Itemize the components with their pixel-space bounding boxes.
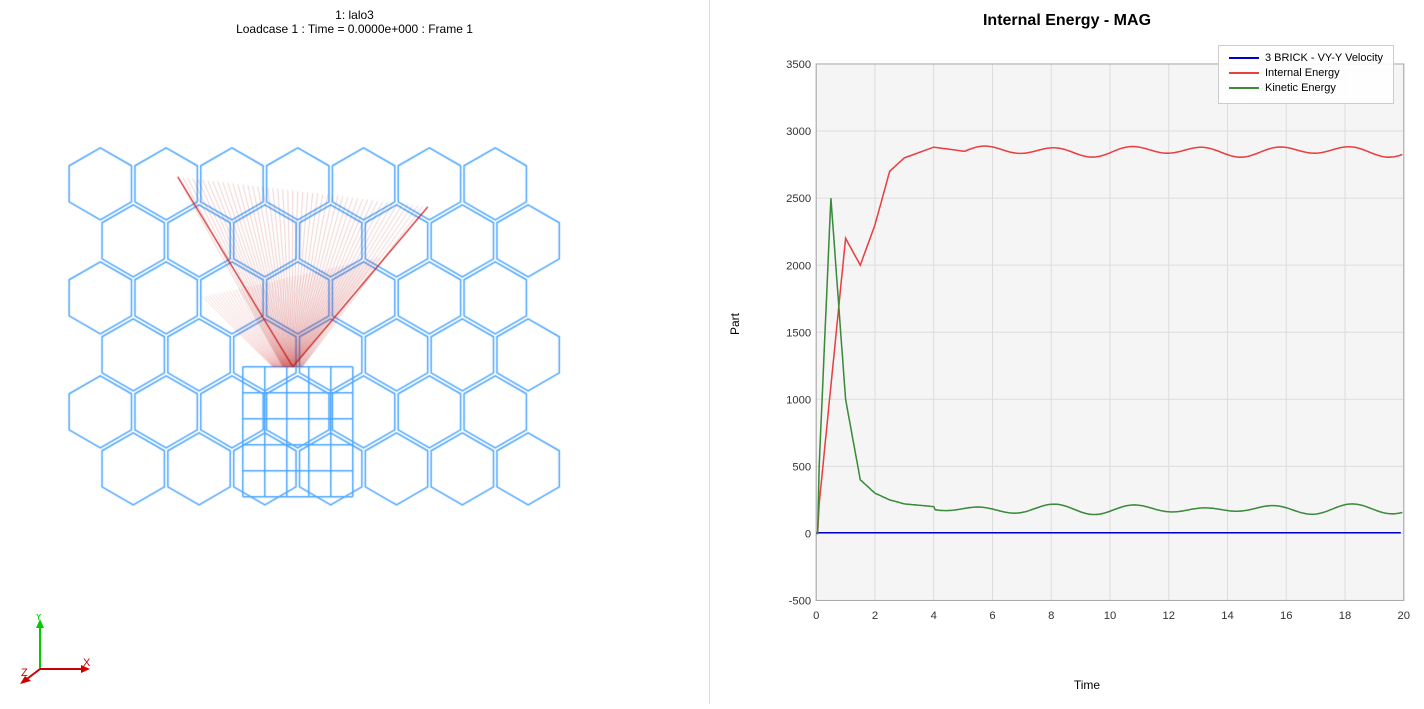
svg-text:6: 6 (989, 610, 995, 622)
svg-text:20: 20 (1398, 610, 1411, 622)
chart-panel: Internal Energy - MAG Part -500050010001… (710, 0, 1424, 704)
legend-item-kinetic: Kinetic Energy (1229, 82, 1383, 94)
legend-item-internal: Internal Energy (1229, 67, 1383, 79)
title-line1: 1: lalo3 (0, 8, 709, 22)
svg-text:2000: 2000 (786, 260, 811, 272)
svg-text:3500: 3500 (786, 59, 811, 71)
3d-viewport[interactable] (0, 0, 709, 704)
legend-label-internal: Internal Energy (1265, 67, 1340, 79)
svg-text:18: 18 (1339, 610, 1352, 622)
svg-text:2500: 2500 (786, 193, 811, 205)
svg-text:12: 12 (1163, 610, 1176, 622)
x-axis-label: Time (760, 678, 1414, 692)
legend-label-kinetic: Kinetic Energy (1265, 82, 1336, 94)
y-axis-label: Part (728, 313, 742, 335)
svg-text:Y: Y (35, 614, 43, 623)
svg-text:Z: Z (21, 667, 28, 679)
legend-line-internal (1229, 72, 1259, 74)
legend-line-kinetic (1229, 87, 1259, 89)
svg-text:10: 10 (1104, 610, 1117, 622)
title-line2: Loadcase 1 : Time = 0.0000e+000 : Frame … (0, 22, 709, 36)
svg-text:X: X (83, 657, 90, 669)
chart-legend: 3 BRICK - VY-Y Velocity Internal Energy … (1218, 45, 1394, 104)
legend-label-velocity: 3 BRICK - VY-Y Velocity (1265, 52, 1383, 64)
axis-indicator: Y X Z (20, 614, 90, 684)
svg-text:2: 2 (872, 610, 878, 622)
svg-text:0: 0 (805, 528, 811, 540)
svg-text:4: 4 (931, 610, 937, 622)
viewport-panel: 1: lalo3 Loadcase 1 : Time = 0.0000e+000… (0, 0, 710, 704)
svg-text:8: 8 (1048, 610, 1054, 622)
svg-text:1500: 1500 (786, 327, 811, 339)
svg-text:16: 16 (1280, 610, 1293, 622)
svg-text:500: 500 (792, 461, 811, 473)
chart-title: Internal Energy - MAG (710, 0, 1424, 30)
legend-line-velocity (1229, 57, 1259, 59)
svg-text:14: 14 (1221, 610, 1234, 622)
svg-text:1000: 1000 (786, 394, 811, 406)
svg-text:0: 0 (813, 610, 819, 622)
viewport-title: 1: lalo3 Loadcase 1 : Time = 0.0000e+000… (0, 8, 709, 36)
svg-text:3000: 3000 (786, 126, 811, 138)
svg-text:-500: -500 (789, 596, 812, 608)
legend-item-velocity: 3 BRICK - VY-Y Velocity (1229, 52, 1383, 64)
chart-svg: -500050010001500200025003000350002468101… (760, 38, 1414, 652)
